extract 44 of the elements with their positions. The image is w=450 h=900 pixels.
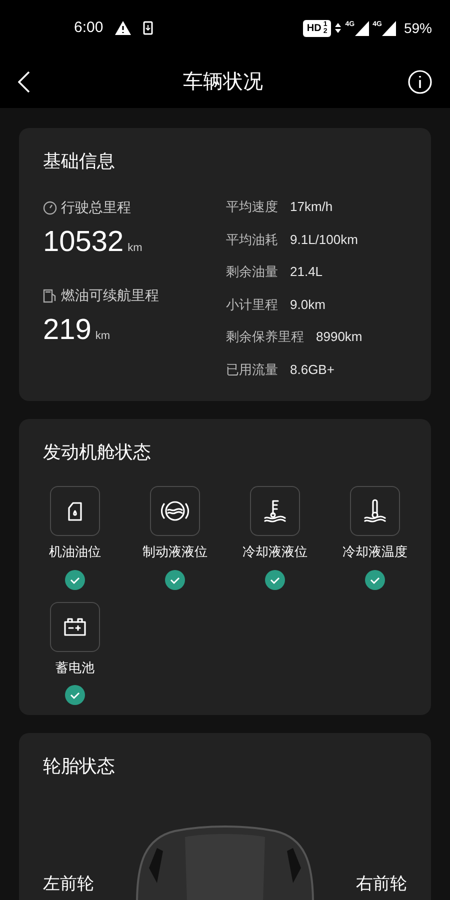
brake-fluid-icon [160, 499, 190, 523]
stat-value: 9.0km [290, 296, 326, 314]
mileage-value: 219 [43, 316, 92, 345]
download-icon [143, 21, 154, 35]
mileage-label: 燃油可续航里程 [61, 286, 159, 305]
mileage-unit: km [95, 329, 110, 344]
stat-value: 17km/h [290, 198, 333, 216]
battery-level: 59% [404, 18, 432, 38]
stat-value: 8.6GB+ [290, 360, 334, 378]
page-title: 车辆状况 [183, 70, 263, 95]
info-button[interactable] [408, 70, 432, 94]
mileage-unit: km [128, 241, 142, 256]
stat-label: 平均油耗 [226, 230, 278, 248]
wheel-label: 左前轮 [43, 873, 94, 895]
mileage-label: 行驶总里程 [61, 198, 131, 217]
stat-label: 剩余保养里程 [226, 328, 304, 346]
signal-icon [382, 20, 396, 36]
item-label: 冷却液温度 [342, 543, 408, 561]
stopwatch-icon [43, 200, 57, 214]
item-label: 制动液液位 [142, 543, 208, 561]
coolant-level-icon [262, 498, 288, 524]
status-time: 6:00 [74, 18, 104, 38]
fuel-pump-icon [43, 288, 57, 302]
wheel-label: 右前轮 [356, 873, 407, 895]
data-arrows-icon [335, 22, 342, 34]
stat-value: 8990km [316, 328, 362, 346]
item-label: 冷却液液位 [242, 543, 308, 561]
coolant-temperature-icon [362, 498, 388, 524]
stat-value: 9.1L/100km [290, 230, 358, 248]
hd-label: HD [306, 22, 322, 36]
card-title: 发动机舱状态 [42, 441, 152, 464]
stat-label: 已用流量 [226, 360, 278, 378]
mileage-value: 10532 [43, 228, 124, 257]
stat-label: 平均速度 [226, 198, 278, 216]
battery-icon [63, 616, 87, 638]
stat-value: 21.4L [290, 263, 323, 281]
stat-label: 小计里程 [226, 296, 278, 314]
card-title: 轮胎状态 [43, 755, 116, 778]
item-label: 机油油位 [49, 543, 101, 561]
warning-icon [115, 21, 132, 35]
signal-icon [354, 20, 369, 36]
card-title: 基础信息 [43, 150, 116, 173]
item-label: 蓄电池 [56, 658, 94, 676]
stat-label: 剩余油量 [226, 263, 278, 281]
